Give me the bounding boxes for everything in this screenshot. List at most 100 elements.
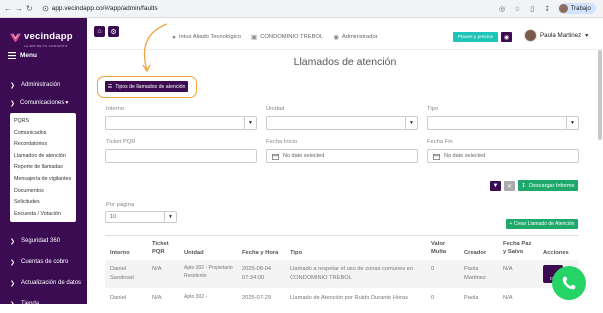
logo-tagline: LA APP DE TU CONJUNTO bbox=[24, 44, 68, 48]
calendar-icon bbox=[272, 153, 279, 160]
col-multa: Valor Multa bbox=[431, 241, 447, 255]
sidebar-item-label: Tienda bbox=[21, 301, 40, 307]
interno-select[interactable]: ▼ bbox=[105, 116, 257, 130]
fecha-inicio-label: Fecha Inicio bbox=[266, 139, 298, 145]
download-icon[interactable]: ↧ bbox=[543, 4, 552, 13]
admin-label: Administrador bbox=[341, 34, 378, 40]
col-fecha: Fecha y Hora bbox=[242, 250, 279, 256]
apply-filter-button[interactable]: ▼ bbox=[490, 181, 501, 191]
col-acciones: Acciones bbox=[543, 250, 569, 256]
url-text: app.vecindapp.co/#/app/admin/faults bbox=[51, 5, 158, 12]
phone-icon bbox=[562, 276, 576, 290]
unidad-select[interactable]: ▼ bbox=[266, 116, 418, 130]
tipo-select[interactable]: ▼ bbox=[427, 116, 579, 130]
building-label: CONDOMINIO TREBOL bbox=[260, 34, 324, 40]
fecha-inicio-field[interactable]: No date selected bbox=[266, 149, 418, 163]
chevron-right-icon: ❯ bbox=[10, 238, 16, 245]
cell-unidad: Apto 302 - bbox=[184, 294, 208, 300]
sidebar-item-label: Seguridad 360 bbox=[21, 238, 61, 244]
home-button[interactable]: ⌂ bbox=[94, 26, 105, 37]
submenu-item-recordatorios[interactable]: Recordatorios bbox=[14, 139, 76, 151]
submenu-item-solicitudes[interactable]: Solicitudes bbox=[14, 197, 76, 209]
settings-button[interactable]: ⚙ bbox=[108, 26, 119, 37]
profile-avatar bbox=[558, 4, 568, 13]
menu-label: Menu bbox=[20, 52, 37, 59]
forward-icon[interactable]: → bbox=[15, 3, 23, 15]
types-button-label: Tipos de llamados de atención bbox=[115, 83, 186, 90]
role-label: Intus Aliado Tecnológico bbox=[178, 34, 242, 40]
avatar bbox=[524, 29, 537, 42]
cell-unidad: Apto 302 - Propietario Residente bbox=[184, 265, 233, 279]
chevron-right-icon: ❯ bbox=[10, 301, 16, 308]
col-unidad: Unidad bbox=[184, 250, 204, 256]
create-call-button[interactable]: + Crear Llamado de Atención bbox=[506, 219, 578, 229]
browser-toolbar: ← → ↻ app.vecindapp.co/#/app/admin/fault… bbox=[0, 0, 603, 18]
sidebar-item-seguridad[interactable]: ❯ Seguridad 360 bbox=[0, 232, 87, 250]
user-menu[interactable]: Paola Martinez ▼ bbox=[524, 29, 589, 42]
sidebar-item-comunicaciones[interactable]: ❯ Comunicaciones ▼ bbox=[0, 94, 87, 112]
reload-icon[interactable]: ↻ bbox=[26, 3, 33, 15]
chevron-right-icon: ❯ bbox=[10, 280, 16, 287]
logo[interactable]: vecindapp bbox=[0, 18, 87, 46]
star-icon[interactable]: ☆ bbox=[513, 4, 522, 13]
chevron-down-icon: ▼ bbox=[244, 117, 256, 129]
sidebar-item-label: Cuentas de cobro bbox=[21, 259, 69, 265]
calendar-icon bbox=[433, 153, 440, 160]
fecha-fin-value: No date selected bbox=[444, 153, 486, 159]
per-page-label: Por página bbox=[106, 202, 135, 208]
submenu-item-documentos[interactable]: Documentos bbox=[14, 186, 76, 198]
submenu-comunicaciones: PQRS Comunicados Recordatorios Llamados … bbox=[10, 113, 76, 222]
sidebar-item-actualizacion[interactable]: ❯ Actualización de datos bbox=[0, 274, 87, 292]
clear-filter-button[interactable]: ✕ bbox=[504, 181, 515, 191]
submenu-item-reporte-llamadas[interactable]: Reporte de llamadas bbox=[14, 162, 76, 174]
user-icon: ◉ bbox=[333, 34, 339, 41]
submenu-item-llamados[interactable]: Llamados de atención bbox=[14, 151, 76, 163]
download-report-button[interactable]: ↧ Descargar Informe bbox=[518, 180, 578, 191]
submenu-item-encuesta[interactable]: Encuesta / Votación bbox=[14, 209, 76, 221]
context-breadcrumb: ● Intus Aliado Tecnológico ▣ CONDOMINIO … bbox=[172, 33, 378, 42]
fecha-fin-label: Fecha Fin bbox=[427, 139, 453, 145]
types-button[interactable]: ☰ Tipos de llamados de atención bbox=[105, 81, 188, 92]
close-icon: ✕ bbox=[506, 183, 513, 190]
gamepad-button[interactable]: ◉ bbox=[501, 32, 512, 42]
submenu-item-mensajeria[interactable]: Mensajería de vigilantes bbox=[14, 174, 76, 186]
submenu-item-comunicados[interactable]: Comunicados bbox=[14, 128, 76, 140]
menu-icon[interactable] bbox=[8, 52, 16, 59]
ticket-label: Ticket PQR bbox=[106, 139, 136, 145]
gear-icon: ⚙ bbox=[110, 28, 117, 36]
sidebar-item-cuentas[interactable]: ❯ Cuentas de cobro bbox=[0, 253, 87, 271]
per-page-value: 10 bbox=[110, 214, 117, 220]
chevron-down-icon: ▼ bbox=[566, 117, 578, 129]
ticket-input[interactable] bbox=[105, 149, 257, 163]
plans-button[interactable]: Planes y precios bbox=[453, 32, 498, 42]
address-bar[interactable]: app.vecindapp.co/#/app/admin/faults bbox=[38, 3, 478, 15]
per-page-select[interactable]: 10 ▼ bbox=[105, 211, 177, 223]
chevron-right-icon: ❯ bbox=[10, 100, 16, 107]
table-row: Daniel N/A Apto 302 - 2025-07-29 Llamado… bbox=[105, 290, 578, 304]
col-paz: Fecha Paz y Salvo bbox=[503, 241, 532, 255]
whatsapp-button[interactable] bbox=[552, 266, 586, 300]
cell-paz: N/A bbox=[503, 295, 513, 301]
profile-chip[interactable]: Trabajo bbox=[557, 3, 596, 14]
cell-multa: 0 bbox=[431, 266, 435, 272]
chevron-right-icon: ❯ bbox=[10, 82, 16, 89]
cell-paz: N/A bbox=[503, 266, 513, 272]
sidebar-item-label: Actualización de datos bbox=[21, 280, 82, 286]
fecha-fin-field[interactable]: No date selected bbox=[427, 149, 579, 163]
logo-text: vecindapp bbox=[24, 30, 73, 42]
back-icon[interactable]: ← bbox=[4, 3, 12, 15]
menu-header: Menu bbox=[0, 52, 87, 59]
extension-icon[interactable]: ▯ bbox=[528, 4, 537, 13]
download-label: Descargar Informe bbox=[529, 182, 575, 189]
chevron-down-icon: ▼ bbox=[64, 100, 70, 106]
submenu-item-pqrs[interactable]: PQRS bbox=[14, 116, 76, 128]
sidebar-item-administracion[interactable]: ❯ Administración bbox=[0, 76, 87, 94]
profile-label: Trabajo bbox=[570, 5, 591, 12]
site-info-icon[interactable] bbox=[42, 5, 49, 12]
caret-down-icon: ▼ bbox=[584, 32, 590, 39]
sidebar-item-tienda[interactable]: ❯ Tienda bbox=[0, 295, 87, 313]
logo-icon bbox=[10, 32, 21, 42]
fecha-inicio-value: No date selected bbox=[283, 153, 325, 159]
cell-interno: Daniel bbox=[110, 295, 127, 301]
hide-icon[interactable]: ◎ bbox=[498, 4, 507, 13]
